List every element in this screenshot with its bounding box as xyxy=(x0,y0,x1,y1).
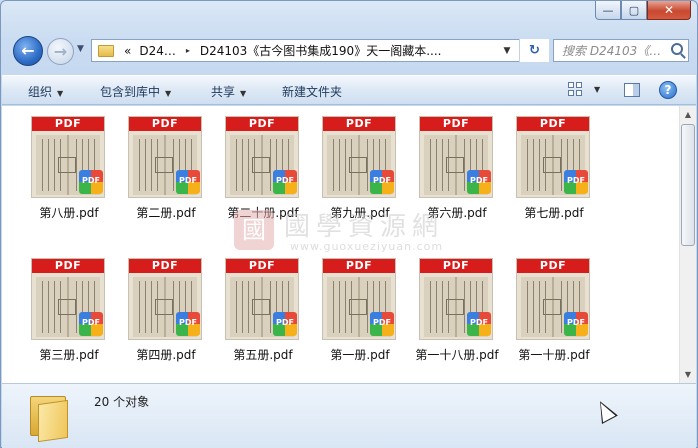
file-name: 第四册.pdf xyxy=(136,348,196,362)
organize-menu[interactable]: 组织 ▼ xyxy=(28,83,63,100)
view-options-dropdown-icon[interactable]: ▼ xyxy=(594,85,600,94)
pdf-app-icon xyxy=(79,312,103,336)
item-count: 20 个对象 xyxy=(94,395,150,409)
file-item[interactable]: PDF 第二册.pdf xyxy=(120,106,212,232)
pdf-label: PDF xyxy=(517,259,589,273)
chevron-down-icon: ▼ xyxy=(165,89,172,98)
change-view-icon[interactable] xyxy=(568,82,584,98)
file-name: 第七册.pdf xyxy=(524,206,584,220)
file-name: 第二十册.pdf xyxy=(227,206,299,220)
refresh-button[interactable]: ↻ xyxy=(519,39,549,62)
file-name: 第六册.pdf xyxy=(427,206,487,220)
pdf-label: PDF xyxy=(129,117,201,131)
file-name: 第三册.pdf xyxy=(39,348,99,362)
file-item[interactable]: PDF 第六册.pdf xyxy=(411,106,503,232)
search-box[interactable]: 搜索 D24103《… xyxy=(553,39,689,62)
breadcrumb-overflow[interactable]: « xyxy=(120,44,135,58)
preview-pane-icon[interactable] xyxy=(624,83,640,97)
file-item[interactable]: PDF 第一十册.pdf xyxy=(508,248,600,374)
pdf-label: PDF xyxy=(323,259,395,273)
file-item[interactable]: PDF 第八册.pdf xyxy=(23,106,115,232)
share-label: 共享 xyxy=(211,85,236,99)
arrow-left-icon: ← xyxy=(21,41,35,60)
file-name: 第一十八册.pdf xyxy=(415,348,499,362)
pdf-label: PDF xyxy=(517,117,589,131)
chevron-down-icon: ▼ xyxy=(57,89,64,98)
pdf-app-icon xyxy=(79,170,103,194)
file-name: 第一十册.pdf xyxy=(518,348,590,362)
file-item[interactable]: PDF 第九册.pdf xyxy=(314,106,406,232)
share-menu[interactable]: 共享 ▼ xyxy=(211,83,246,100)
pdf-app-icon xyxy=(273,170,297,194)
close-icon: ✕ xyxy=(663,3,675,17)
file-item[interactable]: PDF 第四册.pdf xyxy=(120,248,212,374)
command-bar: 组织 ▼ 包含到库中 ▼ 共享 ▼ 新建文件夹 ▼ ? xyxy=(2,75,696,105)
refresh-icon: ↻ xyxy=(529,43,540,58)
arrow-right-icon: → xyxy=(53,41,68,61)
pdf-app-icon xyxy=(176,312,200,336)
pdf-label: PDF xyxy=(32,117,104,131)
pdf-label: PDF xyxy=(323,117,395,131)
search-icon xyxy=(671,43,683,55)
new-folder-label: 新建文件夹 xyxy=(282,85,343,99)
folder-icon xyxy=(98,44,114,57)
search-input[interactable]: 搜索 D24103《… xyxy=(562,42,668,59)
scroll-thumb[interactable] xyxy=(681,124,695,246)
file-name: 第八册.pdf xyxy=(39,206,99,220)
maximize-button[interactable]: ▢ xyxy=(621,1,647,20)
address-bar[interactable]: « D24… ▸ D24103《古今图书集成190》天一阁藏本.... ▼ xyxy=(91,39,549,62)
forward-button[interactable]: → xyxy=(47,38,74,65)
minimize-button[interactable]: — xyxy=(595,1,621,20)
file-item[interactable]: PDF 第七册.pdf xyxy=(508,106,600,232)
file-name: 第九册.pdf xyxy=(330,206,390,220)
pdf-app-icon xyxy=(370,170,394,194)
pdf-label: PDF xyxy=(226,259,298,273)
address-dropdown-icon[interactable]: ▼ xyxy=(498,46,516,56)
pdf-label: PDF xyxy=(420,117,492,131)
pdf-app-icon xyxy=(176,170,200,194)
scroll-up-icon[interactable]: ▲ xyxy=(680,106,696,123)
close-button[interactable]: ✕ xyxy=(647,1,691,20)
breadcrumb-chevron-icon[interactable]: ▸ xyxy=(180,46,196,55)
pdf-app-icon xyxy=(564,170,588,194)
pdf-label: PDF xyxy=(32,259,104,273)
include-in-library-menu[interactable]: 包含到库中 ▼ xyxy=(100,83,171,100)
file-list[interactable]: PDF 第八册.pdf PDF 第二册.pdf PDF 第二十册.pdf PDF 第九册.pd… xyxy=(2,106,696,383)
organize-label: 组织 xyxy=(28,85,53,99)
help-icon[interactable]: ? xyxy=(659,81,677,99)
pdf-app-icon xyxy=(370,312,394,336)
explorer-window: — ▢ ✕ ← → ▼ « D24… ▸ D24103《古今图书集成190》天一… xyxy=(0,0,698,448)
minimize-icon: — xyxy=(602,3,614,17)
file-name: 第二册.pdf xyxy=(136,206,196,220)
pdf-label: PDF xyxy=(420,259,492,273)
pdf-app-icon xyxy=(564,312,588,336)
file-item[interactable]: PDF 第二十册.pdf xyxy=(217,106,309,232)
pdf-label: PDF xyxy=(129,259,201,273)
maximize-icon: ▢ xyxy=(628,3,640,17)
caption-buttons: — ▢ ✕ xyxy=(595,1,691,20)
navigation-bar: ← → ▼ « D24… ▸ D24103《古今图书集成190》天一阁藏本...… xyxy=(9,33,693,69)
details-pane: 20 个对象 xyxy=(2,383,696,448)
file-name: 第五册.pdf xyxy=(233,348,293,362)
vertical-scrollbar[interactable]: ▲ ▼ xyxy=(679,106,696,383)
file-name: 第一册.pdf xyxy=(330,348,390,362)
breadcrumb-current[interactable]: D24103《古今图书集成190》天一阁藏本.... xyxy=(196,42,446,59)
include-in-library-label: 包含到库中 xyxy=(100,85,161,99)
chevron-down-icon: ▼ xyxy=(240,89,247,98)
file-item[interactable]: PDF 第一十八册.pdf xyxy=(411,248,503,374)
pdf-app-icon xyxy=(467,312,491,336)
new-folder-button[interactable]: 新建文件夹 xyxy=(282,83,342,100)
pdf-app-icon xyxy=(467,170,491,194)
folder-icon xyxy=(30,394,70,443)
file-item[interactable]: PDF 第一册.pdf xyxy=(314,248,406,374)
pdf-app-icon xyxy=(273,312,297,336)
back-button[interactable]: ← xyxy=(13,36,43,66)
scroll-down-icon[interactable]: ▼ xyxy=(680,366,696,383)
recent-pages-dropdown-icon[interactable]: ▼ xyxy=(77,44,84,54)
breadcrumb-parent[interactable]: D24… xyxy=(135,44,180,58)
pdf-label: PDF xyxy=(226,117,298,131)
file-item[interactable]: PDF 第三册.pdf xyxy=(23,248,115,374)
file-item[interactable]: PDF 第五册.pdf xyxy=(217,248,309,374)
